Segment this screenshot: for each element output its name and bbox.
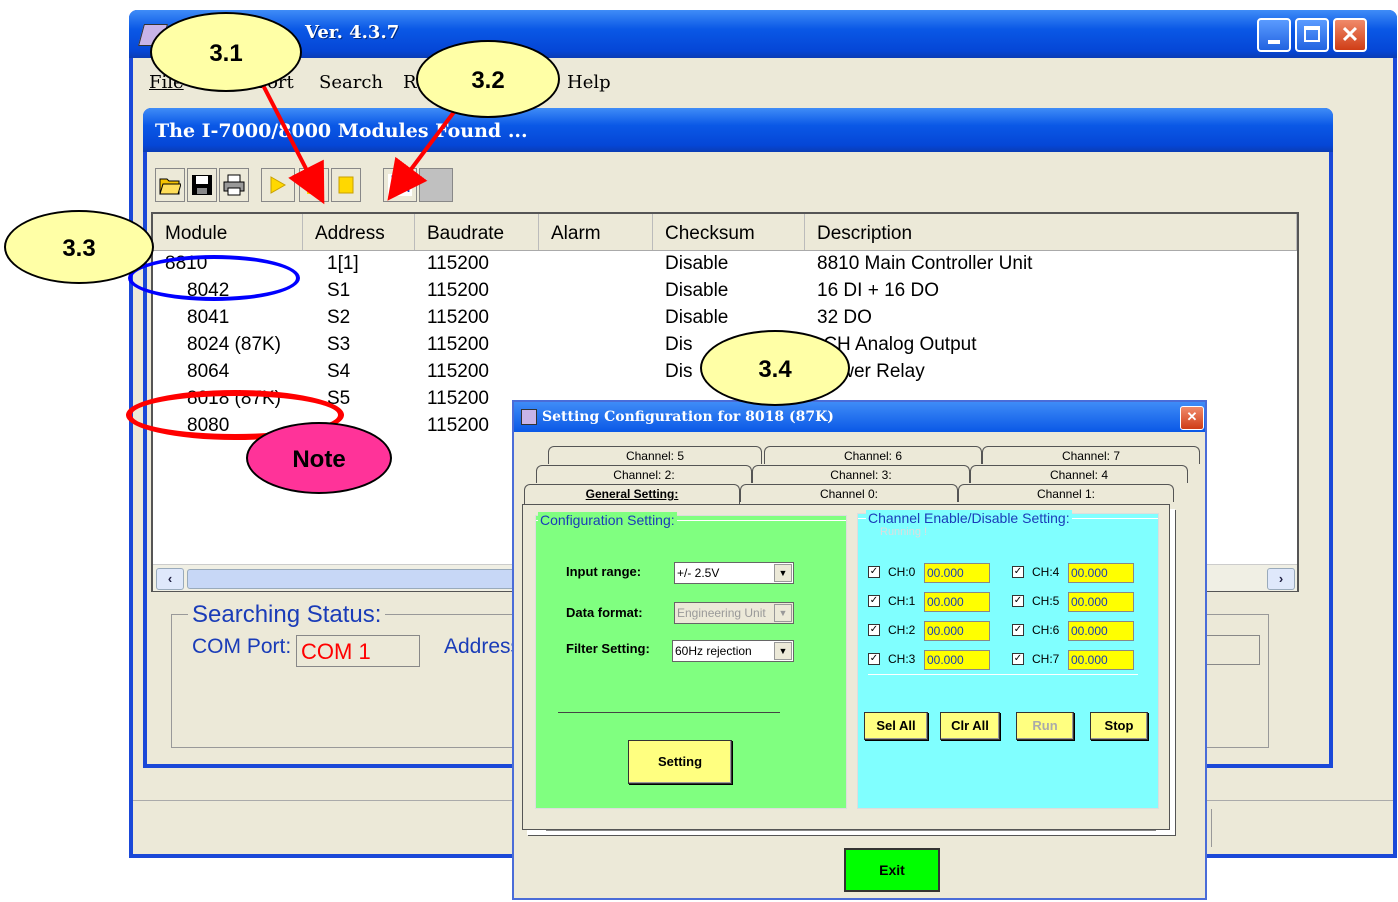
note-callout: Note — [246, 422, 392, 494]
callout-3-2: 3.2 — [416, 40, 560, 118]
callout-3-4: 3.4 — [700, 330, 850, 406]
annotation-arrows — [246, 55, 462, 205]
arrow-3-2 — [387, 102, 462, 201]
callout-3-3: 3.3 — [4, 210, 154, 284]
callout-3-1: 3.1 — [150, 12, 302, 92]
